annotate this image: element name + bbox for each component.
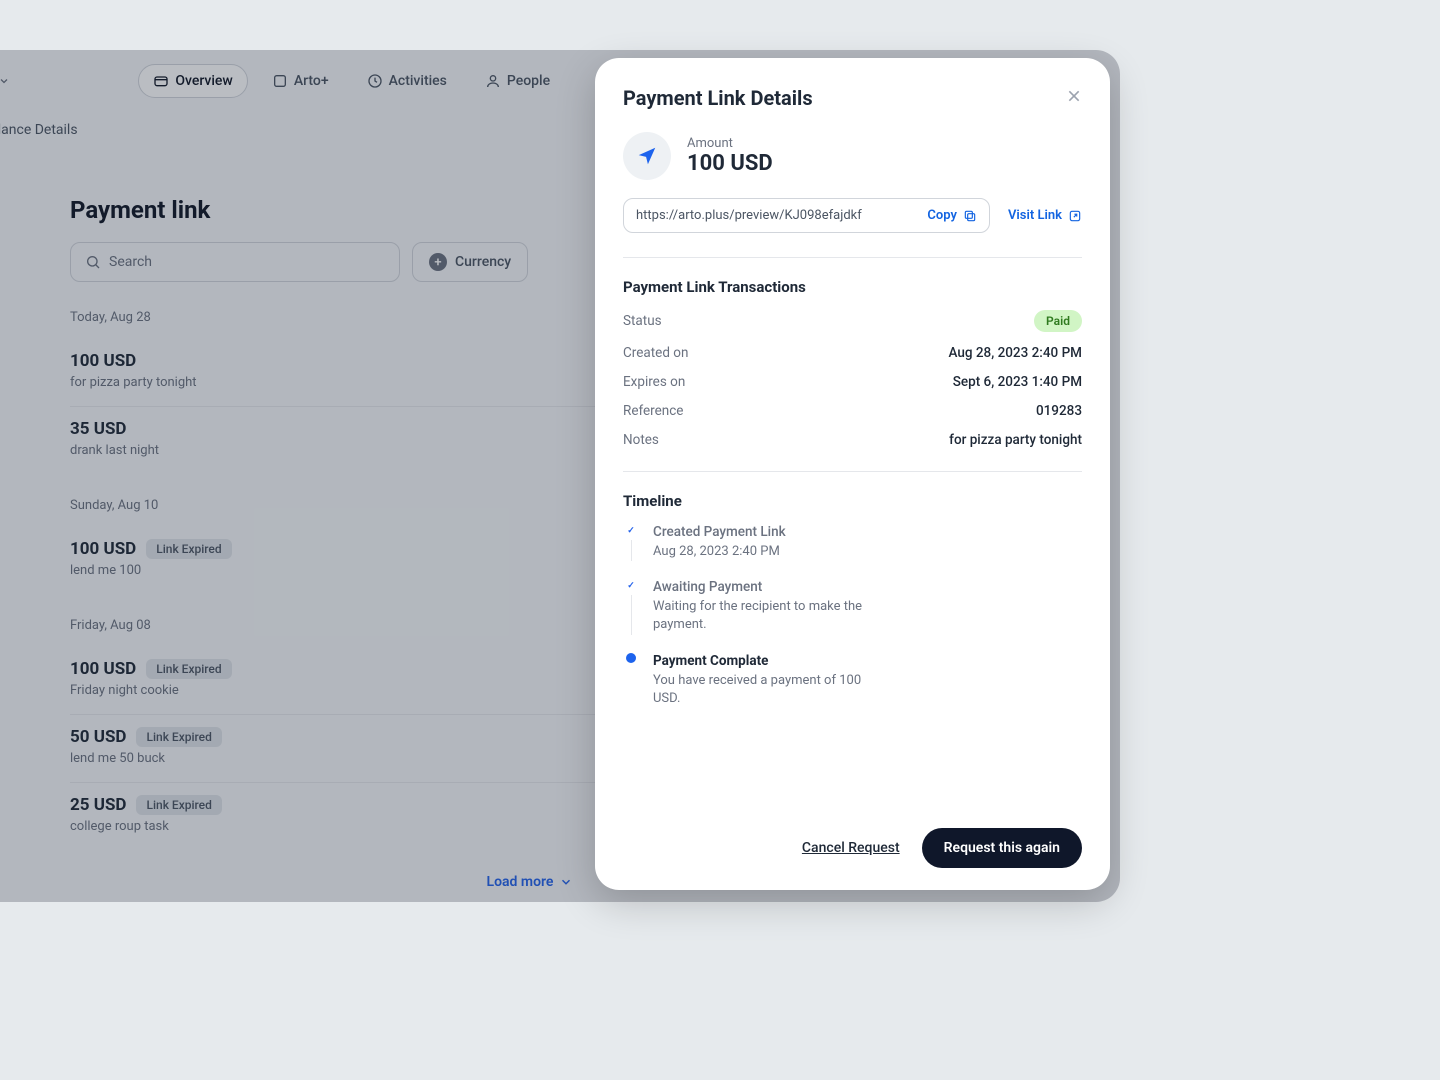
timeline: ✓ Created Payment Link Aug 28, 2023 2:40 P… (623, 524, 1082, 726)
dot-current-icon (626, 653, 636, 663)
timeline-sub: You have received a payment of 100 USD. (653, 672, 863, 708)
timeline-sub: Waiting for the recipient to make the pa… (653, 598, 863, 634)
meta-reference: Reference 019283 (623, 403, 1082, 419)
link-row: https://arto.plus/preview/KJ098efajdkf C… (623, 198, 1082, 233)
send-icon (623, 132, 671, 180)
expires-value: Sept 6, 2023 1:40 PM (953, 374, 1082, 390)
close-button[interactable] (1066, 88, 1082, 109)
meta-notes: Notes for pizza party tonight (623, 432, 1082, 448)
timeline-item: ✓ Created Payment Link Aug 28, 2023 2:40 P… (623, 524, 1082, 579)
cancel-request-button[interactable]: Cancel Request (802, 840, 900, 856)
timeline-section-title: Timeline (623, 492, 1082, 510)
expires-label: Expires on (623, 374, 685, 390)
timeline-title: Awaiting Payment (653, 579, 1082, 595)
modal-title: Payment Link Details (623, 86, 813, 110)
status-label: Status (623, 313, 662, 329)
divider (623, 257, 1082, 258)
timeline-connector (631, 595, 632, 634)
meta-created: Created on Aug 28, 2023 2:40 PM (623, 345, 1082, 361)
copy-button[interactable]: Copy (927, 208, 977, 223)
close-icon (1066, 88, 1082, 104)
amount-block: Amount 100 USD (623, 132, 1082, 180)
visit-link-button[interactable]: Visit Link (1008, 208, 1082, 223)
copy-icon (963, 209, 977, 223)
visit-link-label: Visit Link (1008, 208, 1062, 223)
divider (623, 471, 1082, 472)
timeline-title: Created Payment Link (653, 524, 1082, 540)
notes-value: for pizza party tonight (949, 432, 1082, 448)
external-link-icon (1068, 209, 1082, 223)
timeline-sub: Aug 28, 2023 2:40 PM (653, 543, 863, 561)
notes-label: Notes (623, 432, 659, 448)
modal-footer: Cancel Request Request this again (623, 828, 1082, 868)
created-label: Created on (623, 345, 688, 361)
payment-link-details-modal: Payment Link Details Amount 100 USD http… (595, 58, 1110, 890)
link-url: https://arto.plus/preview/KJ098efajdkf (636, 208, 862, 223)
status-badge: Paid (1034, 310, 1082, 332)
meta-status: Status Paid (623, 310, 1082, 332)
timeline-item: Payment Complate You have received a paym… (623, 653, 1082, 726)
reference-label: Reference (623, 403, 683, 419)
timeline-connector (631, 540, 632, 561)
copy-label: Copy (927, 208, 957, 223)
transactions-section-title: Payment Link Transactions (623, 278, 1082, 296)
amount-value: 100 USD (687, 151, 773, 176)
check-icon: ✓ (624, 579, 638, 593)
timeline-title: Payment Complate (653, 653, 1082, 669)
link-url-box: https://arto.plus/preview/KJ098efajdkf C… (623, 198, 990, 233)
amount-label: Amount (687, 136, 773, 151)
timeline-item: ✓ Awaiting Payment Waiting for the recipie… (623, 579, 1082, 652)
reference-value: 019283 (1036, 403, 1082, 419)
created-value: Aug 28, 2023 2:40 PM (948, 345, 1082, 361)
meta-expires: Expires on Sept 6, 2023 1:40 PM (623, 374, 1082, 390)
request-again-button[interactable]: Request this again (922, 828, 1082, 868)
check-icon: ✓ (624, 524, 638, 538)
